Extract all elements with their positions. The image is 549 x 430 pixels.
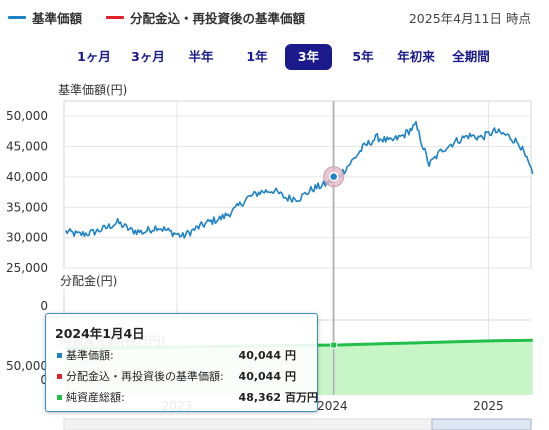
price-y-tick-label: 40,000 [6,170,48,184]
distribution-y-tick-label: 0 [40,299,48,313]
price-y-tick-label: 35,000 [6,200,48,214]
chart-tooltip: 2024年1月4日 基準価額: 40,044 円 分配金込・再投資後の基準価額:… [45,313,318,412]
x-tick-label: 2025 [473,399,504,413]
price-y-tick-label: 25,000 [6,261,48,275]
price-panel-frame [63,100,532,269]
tooltip-value: 40,044 [238,348,281,362]
tooltip-unit: 円 [285,349,296,362]
tooltip-row-nav: 基準価額: 40,044 円 [57,347,309,363]
tooltip-dot-icon [57,352,62,358]
tooltip-unit: 円 [285,370,296,383]
tooltip-unit: 百万円 [285,391,318,404]
price-y-tick-label: 30,000 [6,231,48,245]
tooltip-row-net-assets: 純資産総額: 48,362 百万円 [57,389,318,405]
net-assets-y-tick-label: 50,000 [6,359,48,373]
tooltip-date: 2024年1月4日 [55,326,145,341]
price-y-tick-label: 45,000 [6,140,48,154]
highlight-point [328,171,339,182]
tooltip-label: 純資産総額: [66,391,125,404]
tooltip-value: 48,362 [238,390,281,404]
tooltip-label: 基準価額: [66,349,114,362]
tooltip-dot-icon [57,394,62,400]
tooltip-dot-icon [57,373,62,379]
tooltip-row-reinvested: 分配金込・再投資後の基準価額: 40,044 円 [57,368,309,384]
net-assets-highlight-point [330,341,338,349]
price-panel-title: 基準価額(円) [58,82,127,97]
nav-series-line [64,120,534,239]
range-navigator-window [431,418,532,430]
price-y-tick-label: 50,000 [6,109,48,123]
x-tick-label: 2024 [317,399,348,413]
tooltip-label: 分配金込・再投資後の基準価額: [66,370,224,383]
distribution-panel-title: 分配金(円) [60,273,117,288]
tooltip-value: 40,044 [238,369,281,383]
